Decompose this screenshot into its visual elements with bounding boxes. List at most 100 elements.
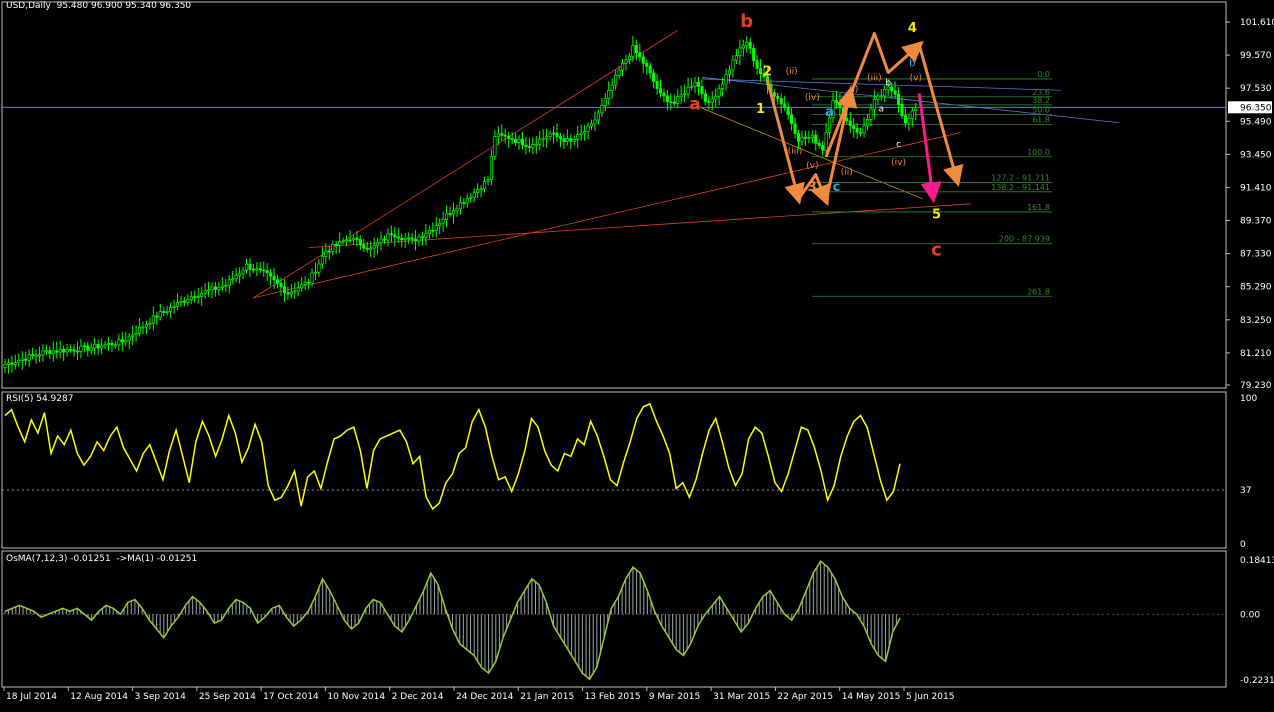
candle-body <box>293 290 297 293</box>
price-axis-label: 91.410 <box>1240 183 1272 193</box>
candle-body <box>48 350 52 354</box>
candle-body <box>258 268 262 271</box>
candle-body <box>200 293 204 297</box>
date-axis-label: 3 Sep 2014 <box>135 692 187 702</box>
fibonacci-level-label: 100.0 <box>1027 148 1050 157</box>
price-axis-label: 83.250 <box>1240 316 1272 326</box>
candle-body <box>486 179 490 182</box>
wave-label: (ii) <box>786 67 798 77</box>
date-axis-label: 14 May 2015 <box>842 692 901 702</box>
candle-body <box>345 239 349 242</box>
candle-body <box>645 62 649 67</box>
candle-body <box>796 133 801 142</box>
fibonacci-level-label: 50.0 <box>1032 106 1050 115</box>
candle-body <box>351 237 356 241</box>
candle-body <box>227 279 231 286</box>
wave-label: (iv) <box>891 158 906 168</box>
candle-body <box>793 123 797 134</box>
candle-body <box>234 275 238 280</box>
candle-body <box>75 350 80 353</box>
wave-label: 3 <box>808 180 817 195</box>
candle-body <box>324 250 328 257</box>
candle-body <box>55 350 59 353</box>
candle-body <box>803 136 807 139</box>
candle-body <box>752 48 756 62</box>
wave-arrow-down-5 <box>917 44 964 187</box>
candle-body <box>545 136 549 139</box>
candle-body <box>807 137 811 139</box>
wave-label: c <box>931 240 942 261</box>
rsi-axis-label: 0 <box>1240 540 1246 550</box>
candle-body <box>120 339 124 343</box>
candle-body <box>672 101 676 104</box>
candle-body <box>445 213 449 220</box>
candle-body <box>24 358 28 361</box>
candle-body <box>37 354 42 357</box>
candle-body <box>548 133 552 138</box>
date-axis-label: 5 Jun 2015 <box>906 692 954 702</box>
candle-body <box>68 349 73 351</box>
candle-body <box>272 275 276 281</box>
fibonacci-level-label: 161.8 <box>1027 203 1050 212</box>
candle-body <box>79 345 83 352</box>
date-axis-label: 24 Dec 2014 <box>456 692 514 702</box>
chart-canvas[interactable]: 0.023.638.250.061.8100.0127.2 - 91.71113… <box>0 0 1274 708</box>
candle-body <box>231 278 235 281</box>
candle-body <box>469 197 473 199</box>
candle-body <box>569 138 573 142</box>
candle-body <box>538 138 542 145</box>
candle-body <box>238 272 242 276</box>
candle-body <box>27 354 31 361</box>
date-axis-label: 21 Jan 2015 <box>520 692 574 702</box>
wave-label: 2 <box>763 65 772 80</box>
candle-body <box>462 202 466 204</box>
candle-body <box>224 284 228 287</box>
candle-body <box>859 132 863 134</box>
candle-body <box>106 342 111 346</box>
date-axis-label: 22 Apr 2015 <box>777 692 833 702</box>
candle-body <box>338 240 342 246</box>
projection-arrow <box>917 93 942 204</box>
candle-body <box>172 306 176 308</box>
candle-body <box>82 345 86 348</box>
candle-body <box>562 138 566 142</box>
wave-label: (iii) <box>788 147 803 157</box>
candle-body <box>193 296 197 298</box>
price-axis-label: 85.290 <box>1240 283 1272 293</box>
candle-body <box>269 272 273 277</box>
candle-body <box>617 69 621 76</box>
candle-body <box>500 133 504 136</box>
candle-body <box>141 326 145 329</box>
candle-body <box>555 132 559 137</box>
candle-body <box>100 345 104 349</box>
candle-body <box>600 105 604 114</box>
ohlc-readout: 95.480 96.900 95.340 96.350 <box>56 1 192 11</box>
candle-body <box>620 62 625 71</box>
candle-body <box>86 345 90 351</box>
date-axis-label: 9 Mar 2015 <box>649 692 700 702</box>
candle-body <box>455 208 459 211</box>
rising-wedge-upper-line <box>253 29 678 299</box>
candle-body <box>427 230 431 235</box>
candle-body <box>276 279 280 284</box>
candle-body <box>389 233 393 236</box>
price-axis-label: 95.490 <box>1240 117 1272 127</box>
wave-label: a <box>879 104 885 114</box>
candle-body <box>13 362 17 365</box>
candle-body <box>93 343 97 349</box>
candle-body <box>203 290 207 294</box>
candle-body <box>648 65 652 74</box>
candle-body <box>676 96 680 104</box>
candle-body <box>507 135 511 139</box>
candle-body <box>745 41 749 46</box>
candle-body <box>210 286 214 291</box>
candle-body <box>534 143 538 146</box>
wave-label: (iii) <box>867 74 882 84</box>
wave-label: c <box>833 180 841 195</box>
candle-body <box>420 236 425 239</box>
candle-body <box>96 343 100 349</box>
candle-body <box>110 342 114 346</box>
rsi-layer: 100 37 0 <box>2 394 1257 550</box>
candle-body <box>217 287 221 290</box>
candle-body <box>117 339 121 346</box>
